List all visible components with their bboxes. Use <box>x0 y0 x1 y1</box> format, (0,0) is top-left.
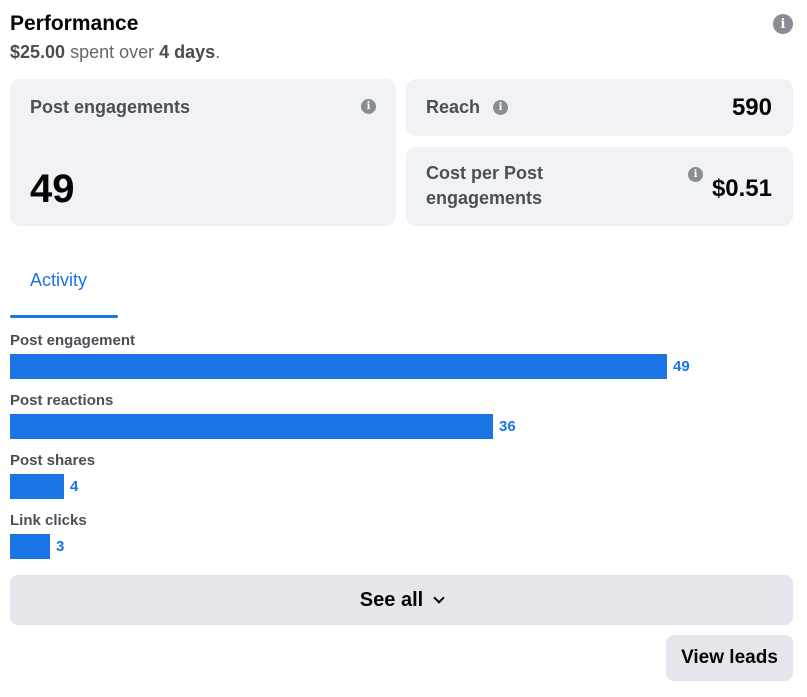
info-icon[interactable]: i <box>361 99 376 114</box>
info-icon[interactable]: i <box>688 167 703 182</box>
activity-bar-value: 3 <box>56 538 65 555</box>
tab-activity-label: Activity <box>30 270 88 290</box>
activity-bar <box>10 534 50 559</box>
activity-bar <box>10 414 493 439</box>
tab-bar: Activity <box>10 258 793 318</box>
see-all-label: See all <box>359 588 424 611</box>
activity-row-label: Post engagement <box>10 332 136 349</box>
activity-row-label: Post shares <box>10 452 96 469</box>
activity-bar <box>10 474 64 499</box>
spent-text: spent over <box>70 42 155 62</box>
page-title: Performance <box>10 12 139 35</box>
activity-bar-value: 36 <box>499 418 516 435</box>
info-icon[interactable]: i <box>493 100 508 115</box>
performance-header: Performance $25.00 spent over 4 days. i <box>10 10 793 66</box>
tab-activity[interactable]: Activity <box>10 258 118 318</box>
cost-per-engagement-card: Cost per Post engagements i $0.51 <box>406 147 793 226</box>
see-all-button[interactable]: See all <box>10 575 793 625</box>
chevron-down-icon <box>433 591 445 604</box>
reach-label: Reach <box>426 97 481 117</box>
activity-row-label: Link clicks <box>10 512 87 529</box>
spent-days: 4 days <box>159 42 216 62</box>
cost-per-engagement-label: Cost per Post engagements <box>426 163 544 208</box>
post-engagements-card: Post engagements i 49 <box>10 79 396 226</box>
info-icon[interactable]: i <box>773 14 793 34</box>
tab-active-indicator <box>10 315 118 318</box>
period-end: . <box>215 42 221 62</box>
activity-row-link-clicks: Link clicks 3 <box>10 510 793 562</box>
spent-amount: $25.00 <box>10 42 66 62</box>
post-engagements-value: 49 <box>30 167 75 211</box>
reach-value: 590 <box>731 94 772 121</box>
activity-row-post-engagement: Post engagement 49 <box>10 330 793 382</box>
activity-bar-value: 4 <box>70 478 79 495</box>
view-leads-button[interactable]: View leads <box>666 635 793 681</box>
activity-bar <box>10 354 667 379</box>
activity-row-post-shares: Post shares 4 <box>10 450 793 502</box>
spend-summary: $25.00 spent over 4 days. <box>10 40 793 64</box>
reach-card: Reach i 590 <box>406 79 793 136</box>
activity-row-label: Post reactions <box>10 392 114 409</box>
activity-row-post-reactions: Post reactions 36 <box>10 390 793 442</box>
activity-bar-value: 49 <box>673 358 690 375</box>
cost-per-engagement-value: $0.51 <box>711 175 772 202</box>
post-engagements-label: Post engagements <box>30 97 191 117</box>
